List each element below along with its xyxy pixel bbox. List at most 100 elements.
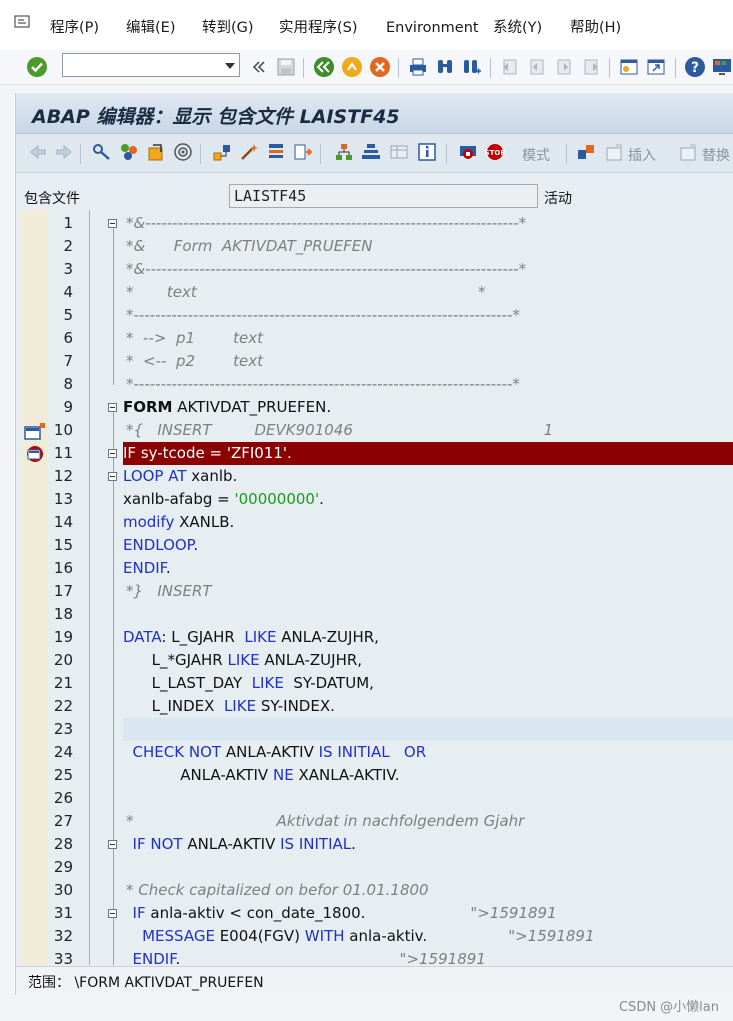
code-line[interactable]: 18 [22,603,733,626]
wand-icon[interactable] [239,142,259,162]
menu-goto[interactable]: 转到(G) [202,19,254,37]
fold-toggle-icon[interactable] [108,472,117,481]
code-line[interactable]: 16 ENDIF. [22,557,733,580]
code-text: L_*GJAHR LIKE ANLA-ZUJHR, [123,651,363,669]
first-page-icon[interactable] [499,56,521,78]
menu-help[interactable]: 帮助(H) [570,19,621,37]
code-line[interactable]: 15 ENDLOOP. [22,534,733,557]
menu-bar: 程序(P) 编辑(E) 转到(G) 实用程序(S) Environment 系统… [0,0,733,51]
code-line[interactable]: 7 * <-- p2 text [22,350,733,373]
block-icon[interactable] [576,142,596,162]
help-icon[interactable]: ? [684,56,706,78]
code-line[interactable]: 30 * Check capitalized on befor 01.01.180… [22,879,733,902]
code-line[interactable]: 6 * --> p1 text [22,327,733,350]
code-line[interactable]: 8 *--------------------------------------… [22,373,733,396]
fold-toggle-icon[interactable] [108,909,117,918]
code-line[interactable]: 20 L_*GJAHR LIKE ANLA-ZUJHR, [22,649,733,672]
where-used-icon[interactable] [173,142,193,162]
cancel-icon[interactable] [369,56,391,78]
fold-toggle-icon[interactable] [108,449,117,458]
code-line[interactable]: 21 L_LAST_DAY LIKE SY-DATUM, [22,672,733,695]
code-line[interactable]: 28 IF NOT ANLA-AKTIV IS INITIAL. [22,833,733,856]
object-list-icon[interactable] [212,142,232,162]
pattern-icon[interactable] [266,142,286,162]
code-line[interactable]: 27 * Aktivdat in nachfolgendem Gjahr [22,810,733,833]
line-number: 8 [63,375,73,393]
menu-environment[interactable]: Environment [386,19,479,37]
last-page-icon[interactable] [580,56,602,78]
code-line[interactable]: 25 ANLA-AKTIV NE XANLA-AKTIV. [22,764,733,787]
code-editor[interactable]: 1 *&-------------------------------------… [22,210,733,965]
hierarchy-icon[interactable] [334,142,354,162]
code-line[interactable]: 32 MESSAGE E004(FGV) WITH anla-aktiv. ">… [22,925,733,948]
next-page-icon[interactable] [553,56,575,78]
exit-icon[interactable] [341,56,363,78]
code-line[interactable]: 17 *} INSERT [22,580,733,603]
code-line[interactable]: 3 *&-------------------------------------… [22,258,733,281]
table-icon[interactable] [389,142,409,162]
include-name-field[interactable]: LAISTF45 [229,184,538,208]
save-icon[interactable] [275,56,297,78]
code-line[interactable]: 4 * text * [22,281,733,304]
code-line[interactable]: 23 [22,718,733,741]
line-number: 2 [63,237,73,255]
back-double-icon[interactable] [248,56,270,78]
chevron-down-icon[interactable] [225,63,235,69]
line-number: 12 [53,467,73,485]
menu-program[interactable]: 程序(P) [50,19,99,37]
menu-utilities[interactable]: 实用程序(S) [279,19,358,37]
stack-icon[interactable] [361,142,381,162]
layout-icon[interactable] [711,56,733,78]
new-session-icon[interactable] [618,56,640,78]
arrow-left-icon[interactable] [28,142,48,162]
code-line[interactable]: 5 *--------------------------------------… [22,304,733,327]
info-icon[interactable] [417,142,437,162]
check-icon[interactable] [146,142,166,162]
fold-toggle-icon[interactable] [108,840,117,849]
menu-edit[interactable]: 编辑(E) [126,19,175,37]
code-text: L_INDEX LIKE SY-INDEX. [123,697,335,715]
pretty-printer-icon[interactable] [293,142,313,162]
code-line[interactable]: 1 *&-------------------------------------… [22,212,733,235]
mode-button[interactable]: 模式 [522,145,550,165]
back-icon[interactable] [313,56,335,78]
code-line[interactable]: 33 ENDIF. ">1591891 [22,948,733,965]
breakpoint-session-icon[interactable] [458,142,478,162]
insert-button[interactable]: 插入 [628,145,656,165]
print-icon[interactable] [407,56,429,78]
code-line[interactable]: 19 DATA: L_GJAHR LIKE ANLA-ZUJHR, [22,626,733,649]
cursor-line-highlight [123,718,733,741]
insert-line-icon[interactable] [604,142,624,162]
find-next-icon[interactable] [461,56,483,78]
find-icon[interactable] [434,56,456,78]
fold-toggle-icon[interactable] [108,219,117,228]
system-menu-icon[interactable] [14,14,32,30]
activate-icon[interactable] [119,142,139,162]
line-number: 17 [53,582,73,600]
code-line[interactable]: 12 LOOP AT xanlb. [22,465,733,488]
code-line[interactable]: 14 modify XANLB. [22,511,733,534]
code-line[interactable]: 24 CHECK NOT ANLA-AKTIV IS INITIAL OR [22,741,733,764]
code-line[interactable]: 26 [22,787,733,810]
fold-toggle-icon[interactable] [108,403,117,412]
menu-system[interactable]: 系统(Y) [493,19,542,37]
code-line[interactable]: 9 FORM AKTIVDAT_PRUEFEN. [22,396,733,419]
prev-page-icon[interactable] [526,56,548,78]
code-line[interactable]: 29 [22,856,733,879]
line-number: 11 [53,444,73,462]
code-line[interactable]: 2 *& Form AKTIVDAT_PRUEFEN [22,235,733,258]
display-change-icon[interactable] [92,142,112,162]
replace-line-icon[interactable] [678,142,698,162]
code-text: ENDIF. ">1591891 [132,950,486,965]
enter-icon[interactable] [26,56,48,78]
breakpoint-external-icon[interactable]: STOP [485,142,505,162]
code-line[interactable]: 22 L_INDEX LIKE SY-INDEX. [22,695,733,718]
shortcut-icon[interactable] [645,56,667,78]
code-line[interactable]: 31 IF anla-aktiv < con_date_1800. ">1591… [22,902,733,925]
replace-button[interactable]: 替换 [702,145,730,165]
code-line[interactable]: 11 IF sy-tcode = 'ZFI011'. [22,442,733,465]
arrow-right-icon[interactable] [54,142,74,162]
code-line[interactable]: 13 xanlb-afabg = '00000000'. [22,488,733,511]
command-field[interactable] [62,53,240,77]
code-line[interactable]: 10 *{ INSERT DEVK901046 1 [22,419,733,442]
